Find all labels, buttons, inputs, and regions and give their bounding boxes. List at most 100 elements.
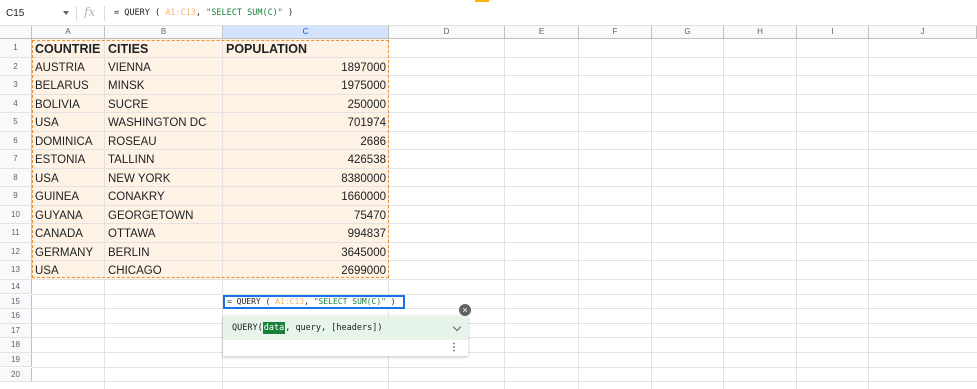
- gridline: [504, 39, 505, 389]
- gridline: [796, 39, 797, 389]
- function-name: QUERY(: [232, 323, 263, 333]
- country-cell[interactable]: BOLIVIA: [35, 96, 102, 115]
- function-arguments: , query, [headers]): [285, 323, 383, 333]
- population-cell[interactable]: 701974: [226, 114, 386, 133]
- active-argument: data: [262, 322, 286, 334]
- row-header-13[interactable]: 13: [0, 261, 32, 280]
- formula-range-token: A1:C13: [165, 8, 196, 18]
- population-cell[interactable]: 1660000: [226, 188, 386, 207]
- country-cell[interactable]: DOMINICA: [35, 133, 102, 152]
- row-header-3[interactable]: 3: [0, 76, 32, 95]
- city-cell[interactable]: NEW YORK: [108, 170, 220, 189]
- city-cell[interactable]: OTTAWA: [108, 225, 220, 244]
- city-cell[interactable]: SUCRE: [108, 96, 220, 115]
- gridline: [651, 39, 652, 389]
- chevron-down-icon[interactable]: [63, 11, 69, 15]
- city-cell[interactable]: ROSEAU: [108, 133, 220, 152]
- active-cell-editor[interactable]: = QUERY ( A1:C13, "SELECT SUM(C)" ): [223, 295, 405, 309]
- city-cell[interactable]: BERLIN: [108, 244, 220, 263]
- row-header-6[interactable]: 6: [0, 131, 32, 151]
- formula-text: ,: [195, 8, 207, 18]
- column-header-a[interactable]: A: [32, 26, 105, 39]
- divider: [104, 6, 105, 21]
- population-cell[interactable]: 3645000: [226, 244, 386, 263]
- city-cell[interactable]: CONAKRY: [108, 188, 220, 207]
- row-header-19[interactable]: 19: [0, 352, 32, 368]
- column-header-e[interactable]: E: [505, 26, 579, 39]
- gridline: [723, 39, 724, 389]
- column-header-g[interactable]: G: [652, 26, 724, 39]
- country-cell[interactable]: CANADA: [35, 225, 102, 244]
- country-cell[interactable]: USA: [35, 114, 102, 133]
- population-cell[interactable]: 1975000: [226, 77, 386, 96]
- column-header-d[interactable]: D: [389, 26, 505, 39]
- row-header-9[interactable]: 9: [0, 187, 32, 206]
- more-options-icon[interactable]: ⋮: [449, 343, 459, 353]
- country-cell[interactable]: USA: [35, 262, 102, 281]
- collaborator-indicator: [475, 0, 489, 2]
- row-header-4[interactable]: 4: [0, 94, 32, 114]
- gridline: [868, 39, 869, 389]
- country-cell[interactable]: BELARUS: [35, 77, 102, 96]
- population-cell[interactable]: 2699000: [226, 262, 386, 281]
- row-header-17[interactable]: 17: [0, 323, 32, 339]
- row-header-20[interactable]: 20: [0, 367, 32, 383]
- city-cell[interactable]: MINSK: [108, 77, 220, 96]
- formula-text: ): [282, 8, 294, 18]
- population-cell[interactable]: 994837: [226, 225, 386, 244]
- close-icon[interactable]: ×: [459, 304, 471, 316]
- row-header-12[interactable]: 12: [0, 242, 32, 262]
- column-header-h[interactable]: H: [724, 26, 797, 39]
- population-cell[interactable]: 75470: [226, 207, 386, 226]
- row-header-11[interactable]: 11: [0, 224, 32, 243]
- column-header-b[interactable]: B: [105, 26, 223, 39]
- country-cell[interactable]: GUINEA: [35, 188, 102, 207]
- row-header-7[interactable]: 7: [0, 150, 32, 169]
- country-cell[interactable]: ESTONIA: [35, 151, 102, 170]
- row-header-5[interactable]: 5: [0, 113, 32, 132]
- header-cell[interactable]: POPULATION: [226, 40, 386, 59]
- header-cell[interactable]: CITIES: [108, 40, 220, 59]
- formula-text: = QUERY (: [114, 8, 166, 18]
- column-header-c[interactable]: C: [223, 26, 389, 39]
- city-cell[interactable]: VIENNA: [108, 59, 220, 78]
- formula-range-token: A1:C13: [275, 297, 305, 306]
- row-header-15[interactable]: 15: [0, 294, 32, 310]
- select-all-corner[interactable]: [0, 26, 32, 39]
- fx-icon: fx: [84, 5, 96, 19]
- formula-text: ): [385, 297, 396, 306]
- row-header-16[interactable]: 16: [0, 309, 32, 324]
- population-cell[interactable]: 8380000: [226, 170, 386, 189]
- population-cell[interactable]: 2686: [226, 133, 386, 152]
- column-header-j[interactable]: J: [869, 26, 977, 39]
- column-header-i[interactable]: I: [797, 26, 869, 39]
- formula-text: ,: [304, 297, 314, 306]
- formula-input[interactable]: = QUERY ( A1:C13, "SELECT SUM(C)" ): [114, 8, 293, 18]
- function-signature[interactable]: QUERY(data, query, [headers]): [223, 316, 468, 340]
- column-header-f[interactable]: F: [579, 26, 652, 39]
- formula-string-token: "SELECT SUM(C)": [206, 8, 283, 18]
- row-header-14[interactable]: 14: [0, 279, 32, 295]
- formula-string-token: "SELECT SUM(C)": [313, 297, 386, 306]
- country-cell[interactable]: GERMANY: [35, 244, 102, 263]
- row-header-2[interactable]: 2: [0, 57, 32, 77]
- header-cell[interactable]: COUNTRIE: [35, 40, 102, 59]
- row-header-1[interactable]: 1: [0, 39, 32, 58]
- divider: [76, 6, 77, 21]
- country-cell[interactable]: AUSTRIA: [35, 59, 102, 78]
- row-header-18[interactable]: 18: [0, 338, 32, 353]
- city-cell[interactable]: GEORGETOWN: [108, 207, 220, 226]
- city-cell[interactable]: TALLINN: [108, 151, 220, 170]
- country-cell[interactable]: GUYANA: [35, 207, 102, 226]
- formula-text: = QUERY (: [227, 297, 276, 306]
- row-header-8[interactable]: 8: [0, 168, 32, 188]
- function-help-popup: QUERY(data, query, [headers]) ⋮: [223, 316, 468, 356]
- country-cell[interactable]: USA: [35, 170, 102, 189]
- population-cell[interactable]: 426538: [226, 151, 386, 170]
- population-cell[interactable]: 250000: [226, 96, 386, 115]
- row-header-10[interactable]: 10: [0, 205, 32, 225]
- city-cell[interactable]: CHICAGO: [108, 262, 220, 281]
- city-cell[interactable]: WASHINGTON DC: [108, 114, 220, 133]
- gridline: [578, 39, 579, 389]
- population-cell[interactable]: 1897000: [226, 59, 386, 78]
